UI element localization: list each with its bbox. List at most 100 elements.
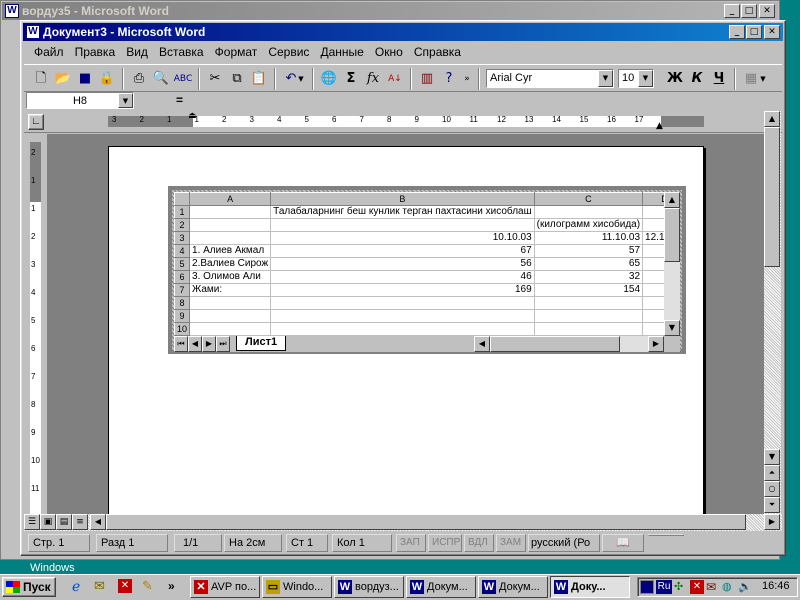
chevron-down-icon[interactable]: ▼: [598, 70, 613, 87]
maximize-button[interactable]: □: [741, 4, 757, 18]
document-horizontal-scrollbar[interactable]: ☰ ▣ ▤ ≡ ◀ ▶: [24, 514, 782, 531]
row-header[interactable]: 3: [174, 231, 191, 245]
sheet-cell[interactable]: [189, 322, 272, 336]
sheet-cell[interactable]: [189, 218, 272, 232]
sheet-cell[interactable]: [270, 296, 535, 310]
row-header[interactable]: 1: [174, 205, 191, 219]
previous-page-icon[interactable]: ⏶: [764, 465, 780, 481]
right-indent-marker[interactable]: ▲: [656, 121, 663, 131]
sheet-horizontal-scrollbar[interactable]: ◀ ▶: [474, 336, 664, 352]
sheet-cell[interactable]: Талабаларнинг беш кунлик терган пахтасин…: [270, 205, 535, 219]
column-header[interactable]: B: [270, 192, 535, 206]
embedded-spreadsheet[interactable]: ABCDEFGHI1 Талабаларнинг беш кунлик терга…: [168, 186, 686, 354]
sheet-cell[interactable]: [189, 205, 272, 219]
quick-launch-chevron[interactable]: »: [168, 579, 175, 593]
cut-icon[interactable]: ✂: [204, 68, 226, 90]
minimize-button[interactable]: _: [729, 25, 745, 39]
clock[interactable]: 16:46: [762, 580, 790, 592]
scroll-up-arrow-icon[interactable]: ▲: [664, 192, 680, 208]
scroll-thumb[interactable]: [106, 514, 746, 530]
row-header[interactable]: 5: [174, 257, 191, 271]
status-track-changes[interactable]: ИСПР: [428, 534, 462, 552]
sheet-cell[interactable]: 2.Валиев Сирож: [189, 257, 272, 271]
sheet-cell[interactable]: 65: [533, 257, 644, 271]
monitor-icon[interactable]: [640, 580, 654, 594]
sheet-cell[interactable]: 56: [270, 257, 535, 271]
column-header[interactable]: C: [533, 192, 644, 206]
sheet-vertical-scrollbar[interactable]: ▲ ▼: [664, 192, 680, 336]
sheet-cell[interactable]: 46: [270, 270, 535, 284]
taskbar-button[interactable]: ▭ Windo...: [262, 576, 332, 598]
mail-icon[interactable]: ✉: [706, 580, 716, 594]
row-header[interactable]: 9: [174, 309, 191, 323]
chevron-down-icon[interactable]: ▼: [638, 70, 653, 87]
globe-icon[interactable]: ◍: [722, 580, 732, 593]
permission-icon[interactable]: 🔒: [96, 68, 118, 90]
scroll-down-arrow-icon[interactable]: ▼: [764, 449, 780, 465]
internet-explorer-icon[interactable]: ℯ: [72, 579, 80, 595]
column-header[interactable]: A: [189, 192, 272, 206]
sheet-cell[interactable]: [642, 322, 664, 336]
font-size-combo[interactable]: 10 ▼: [618, 69, 654, 88]
tool-icon[interactable]: ✎: [142, 579, 153, 594]
sheet-cell[interactable]: 154: [533, 283, 644, 297]
prev-sheet-arrow-icon[interactable]: ◀: [188, 336, 202, 352]
menu-tools[interactable]: Сервис: [264, 43, 313, 61]
indent-marker[interactable]: ⏏: [188, 111, 197, 121]
sheet-cell[interactable]: 54: [642, 244, 664, 258]
taskbar-button[interactable]: W Доку...: [550, 576, 630, 598]
word-document-icon[interactable]: W: [26, 25, 40, 39]
outlook-express-icon[interactable]: ✉: [94, 579, 105, 594]
sheet-cell[interactable]: Жами:: [189, 283, 272, 297]
status-record-macro[interactable]: ЗАП: [396, 534, 426, 552]
help-icon[interactable]: ?: [438, 68, 460, 90]
sheet-cell[interactable]: [533, 205, 644, 219]
scroll-thumb[interactable]: [490, 336, 620, 352]
sheet-cell[interactable]: 169: [270, 283, 535, 297]
sheet-cell[interactable]: 10.10.03: [270, 231, 535, 245]
menu-view[interactable]: Вид: [122, 43, 152, 61]
speaker-icon[interactable]: 🔊: [738, 580, 752, 593]
horizontal-ruler[interactable]: ∟ 3 2 1 1 2 3 4 5 6 7 8 9 10 11 12 13 14 15 16 17 ⏏ ▲: [24, 111, 782, 133]
chart-wizard-icon[interactable]: ▥: [416, 68, 438, 90]
maximize-button[interactable]: □: [746, 25, 762, 39]
sheet-cell[interactable]: [533, 309, 644, 323]
scroll-up-arrow-icon[interactable]: ▲: [764, 111, 780, 127]
scroll-thumb[interactable]: [664, 208, 680, 262]
sheet-cell[interactable]: 53: [642, 257, 664, 271]
formula-input[interactable]: [190, 92, 780, 109]
spelling-icon[interactable]: ABC: [172, 68, 194, 90]
spelling-status-icon[interactable]: 📖: [602, 534, 644, 552]
scroll-thumb[interactable]: [764, 127, 780, 267]
select-browse-object-icon[interactable]: ○: [764, 481, 780, 497]
sheet-cell[interactable]: [642, 205, 664, 219]
print-layout-view-icon[interactable]: ▤: [56, 514, 72, 530]
open-folder-icon[interactable]: 📂: [52, 68, 74, 90]
italic-button[interactable]: К: [686, 68, 708, 90]
taskbar-button[interactable]: ✕ AVP по...: [190, 576, 260, 598]
last-sheet-arrow-icon[interactable]: ⏭: [216, 336, 230, 352]
bold-button[interactable]: Ж: [664, 68, 686, 90]
sheet-cell[interactable]: 157: [642, 283, 664, 297]
document-area[interactable]: ABCDEFGHI1 Талабаларнинг беш кунлик терга…: [48, 134, 764, 514]
scroll-left-arrow-icon[interactable]: ◀: [90, 514, 106, 530]
web-layout-view-icon[interactable]: ▣: [40, 514, 56, 530]
row-header[interactable]: 6: [174, 270, 191, 284]
status-extend[interactable]: ВДЛ: [464, 534, 494, 552]
sheet-cell[interactable]: [642, 296, 664, 310]
sheet-cell[interactable]: 32: [533, 270, 644, 284]
chevron-down-icon[interactable]: ▼: [118, 93, 133, 108]
column-header[interactable]: D: [642, 192, 664, 206]
sheet-cell[interactable]: [189, 309, 272, 323]
new-document-icon[interactable]: 🗋: [30, 68, 52, 90]
scroll-right-arrow-icon[interactable]: ▶: [764, 514, 780, 530]
menu-help[interactable]: Справка: [410, 43, 465, 61]
taskbar-button[interactable]: Wвордуз...: [334, 576, 404, 598]
sheet-cell[interactable]: 1. Алиев Акмал: [189, 244, 272, 258]
autosum-icon[interactable]: Σ: [340, 68, 362, 90]
underline-button[interactable]: Ч: [708, 68, 730, 90]
antivirus-tray-icon[interactable]: ✕: [690, 580, 704, 594]
chevron-down-icon[interactable]: ▼: [296, 68, 306, 90]
menu-data[interactable]: Данные: [317, 43, 368, 61]
name-box[interactable]: H8 ▼: [26, 92, 134, 109]
